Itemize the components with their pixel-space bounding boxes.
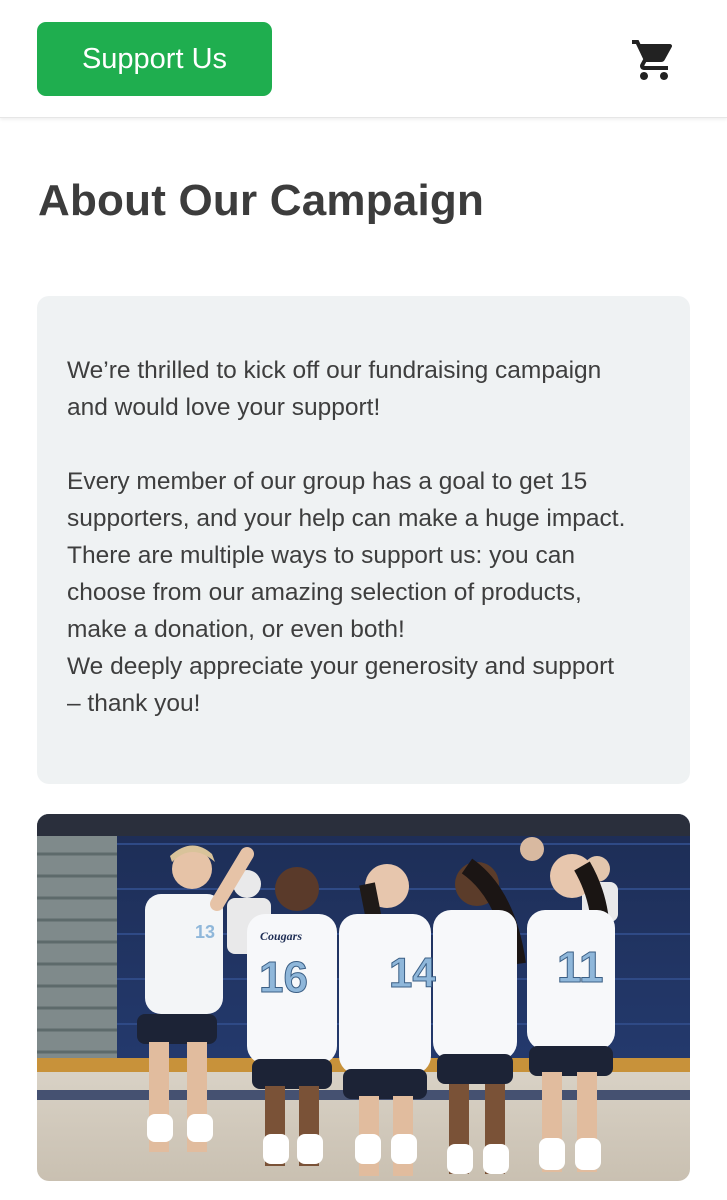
page-title: About Our Campaign xyxy=(38,176,485,225)
description-line: There are multiple ways to support us: y… xyxy=(67,542,575,569)
description-line: – thank you! xyxy=(67,690,201,717)
description-line: and would love your support! xyxy=(67,394,381,421)
jersey-number-14: 14 xyxy=(389,949,436,996)
jersey-number-11: 11 xyxy=(557,943,604,992)
support-us-button[interactable]: Support Us xyxy=(37,22,272,96)
description-line: Every member of our group has a goal to … xyxy=(67,468,588,495)
campaign-description-card: We’re thrilled to kick off our fundraisi… xyxy=(37,296,690,784)
jersey-number-13: 13 xyxy=(195,922,215,942)
description-line: supporters, and your help can make a hug… xyxy=(67,505,626,532)
description-line: choose from our amazing selection of pro… xyxy=(67,579,582,606)
jersey-number-16: 16 xyxy=(259,953,308,1002)
jersey-text: Cougars xyxy=(260,929,302,943)
top-bar: Support Us xyxy=(0,0,727,118)
description-line: make a donation, or even both! xyxy=(67,616,405,643)
shopping-cart-icon[interactable] xyxy=(630,36,678,84)
description-line: We deeply appreciate your generosity and… xyxy=(67,653,615,680)
description-line: We’re thrilled to kick off our fundraisi… xyxy=(67,357,602,384)
team-photo: 13 Cougars 16 14 11 xyxy=(37,814,690,1181)
volleyball-team-illustration: 13 Cougars 16 14 11 xyxy=(37,814,690,1181)
